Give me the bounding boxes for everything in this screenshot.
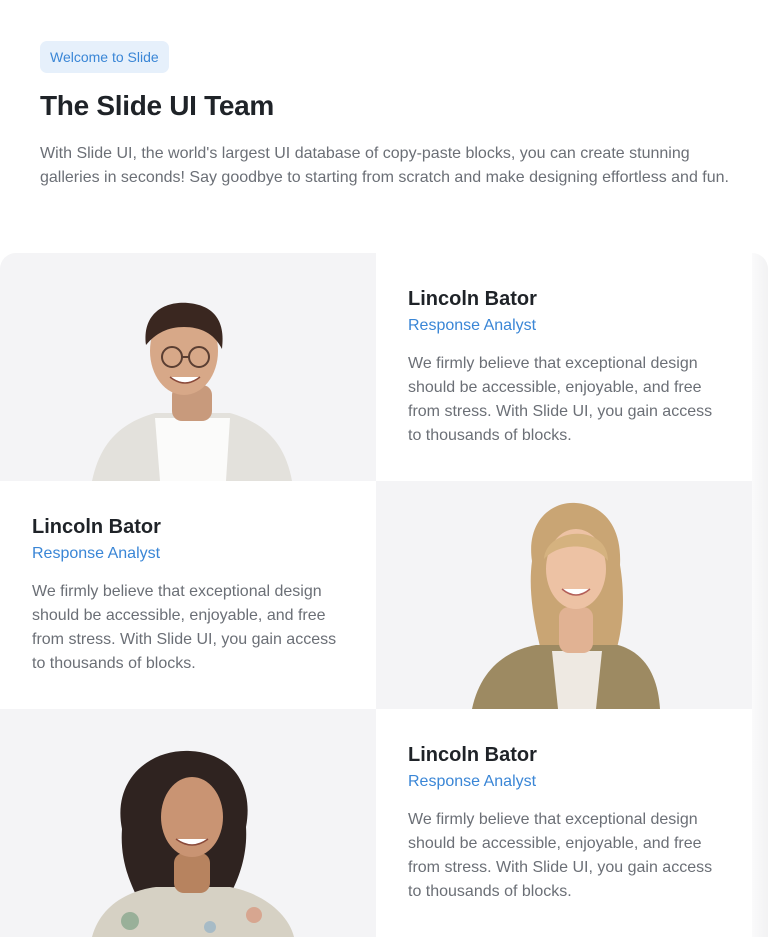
welcome-badge: Welcome to Slide <box>40 41 169 73</box>
team-member-card: Lincoln Bator Response Analyst We firmly… <box>376 253 752 481</box>
woman-curly-portrait <box>92 750 294 937</box>
member-bio: We firmly believe that exceptional desig… <box>32 583 337 672</box>
team-member-card: Lincoln Bator Response Analyst We firmly… <box>376 709 752 937</box>
woman-blonde-portrait <box>472 502 660 709</box>
member-bio: We firmly believe that exceptional desig… <box>408 355 713 444</box>
member-name: Lincoln Bator <box>32 516 161 538</box>
team-member-photo <box>376 481 752 709</box>
man-portrait <box>92 302 292 481</box>
member-bio: We firmly believe that exceptional desig… <box>408 811 713 900</box>
team-grid: Lincoln Bator Response Analyst We firmly… <box>0 253 768 937</box>
member-role: Response Analyst <box>408 317 537 334</box>
grid-edge-shadow <box>752 253 768 937</box>
page-description: With Slide UI, the world's largest UI da… <box>40 145 729 186</box>
team-page: Welcome to Slide The Slide UI Team With … <box>0 0 768 937</box>
team-member-photo <box>0 253 376 481</box>
team-member-photo <box>0 709 376 937</box>
member-name: Lincoln Bator <box>408 288 537 310</box>
page-title: The Slide UI Team <box>40 90 274 121</box>
team-member-card: Lincoln Bator Response Analyst We firmly… <box>0 481 376 709</box>
member-name: Lincoln Bator <box>408 744 537 766</box>
member-role: Response Analyst <box>32 545 161 562</box>
member-role: Response Analyst <box>408 773 537 790</box>
